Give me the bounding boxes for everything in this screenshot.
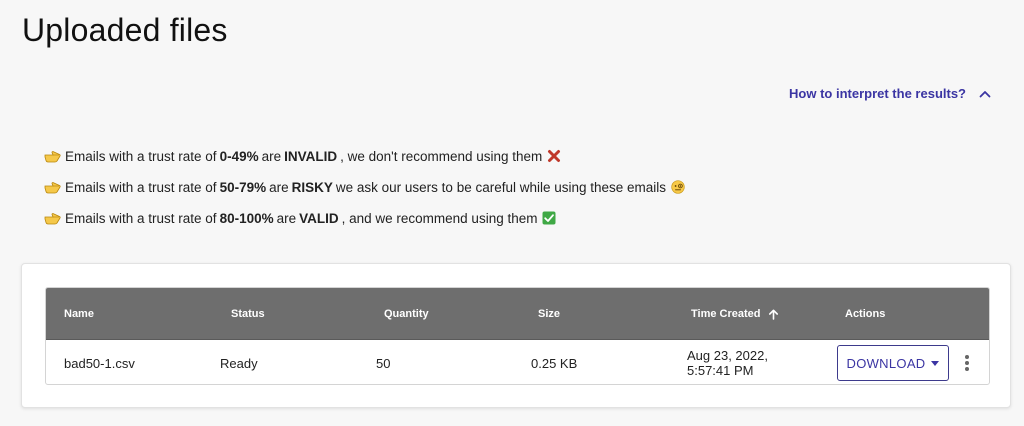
rule-suffix: we ask our users to be careful while usi… — [335, 179, 667, 195]
column-header-time-created[interactable]: Time Created — [691, 288, 779, 340]
download-button[interactable]: DOWNLOAD — [837, 345, 949, 381]
rule-mid: are — [269, 179, 289, 195]
rule-mid: are — [276, 210, 297, 226]
rule-risky: Emails with a trust rate of 50-79% are R… — [44, 177, 685, 197]
page-title: Uploaded files — [22, 12, 228, 48]
uploaded-files-page: Uploaded files How to interpret the resu… — [0, 0, 1024, 426]
rule-range: 80-100% — [219, 210, 274, 226]
column-label: Quantity — [384, 308, 429, 320]
column-header-status[interactable]: Status — [231, 288, 265, 340]
rule-range: 0-49% — [219, 148, 259, 164]
more-dot — [965, 361, 969, 365]
files-card: Name Status Quantity Size Time Created A… — [21, 263, 1011, 408]
cell-time-created: Aug 23, 2022, 5:57:41 PM — [687, 348, 768, 378]
cell-quantity: 50 — [376, 355, 391, 371]
cross-mark-icon — [548, 150, 561, 162]
files-table: Name Status Quantity Size Time Created A… — [45, 287, 990, 385]
rule-range: 50-79% — [219, 179, 267, 195]
rule-verdict: VALID — [299, 210, 339, 226]
column-label: Size — [538, 308, 561, 320]
column-label: Time Created — [691, 308, 761, 320]
column-header-actions: Actions — [845, 288, 885, 340]
column-header-name[interactable]: Name — [64, 288, 94, 340]
pointing-hand-icon — [44, 182, 61, 194]
rule-verdict: INVALID — [284, 148, 338, 164]
table-header: Name Status Quantity Size Time Created A… — [46, 288, 989, 340]
column-label: Actions — [845, 308, 886, 320]
interpret-results-label: How to interpret the results? — [789, 86, 966, 101]
rule-valid: Emails with a trust rate of 80-100% are … — [44, 208, 685, 228]
cell-status: Ready — [220, 355, 258, 371]
download-button-label: DOWNLOAD — [846, 355, 926, 371]
table-row: bad50-1.csv Ready 50 0.25 KB Aug 23, 202… — [46, 340, 989, 384]
column-label: Status — [231, 308, 265, 320]
column-header-size[interactable]: Size — [538, 288, 560, 340]
more-vert-icon[interactable] — [960, 352, 974, 374]
column-header-quantity[interactable]: Quantity — [384, 288, 429, 340]
trust-rate-rules: Emails with a trust rate of 0-49% are IN… — [44, 146, 685, 239]
column-label: Name — [64, 308, 94, 320]
more-dot — [965, 355, 969, 359]
arrow-up-icon — [768, 309, 778, 320]
rule-prefix: Emails with a trust rate of — [65, 210, 217, 226]
interpret-results-toggle[interactable]: How to interpret the results? — [789, 86, 992, 101]
rule-mid: are — [261, 148, 282, 164]
rule-prefix: Emails with a trust rate of — [65, 179, 217, 195]
cell-size: 0.25 KB — [531, 355, 578, 371]
pointing-hand-icon — [44, 151, 61, 163]
monocle-face-icon — [671, 180, 685, 194]
chevron-up-icon — [979, 90, 991, 97]
check-mark-icon — [542, 211, 556, 225]
rule-invalid: Emails with a trust rate of 0-49% are IN… — [44, 146, 685, 166]
more-dot — [965, 367, 969, 371]
rule-prefix: Emails with a trust rate of — [65, 148, 217, 164]
rule-suffix: , we don't recommend using them — [340, 148, 543, 164]
cell-name: bad50-1.csv — [64, 355, 135, 371]
rule-verdict: RISKY — [291, 179, 333, 195]
caret-down-icon — [931, 360, 940, 366]
rule-suffix: , and we recommend using them — [341, 210, 538, 226]
pointing-hand-icon — [44, 213, 61, 225]
